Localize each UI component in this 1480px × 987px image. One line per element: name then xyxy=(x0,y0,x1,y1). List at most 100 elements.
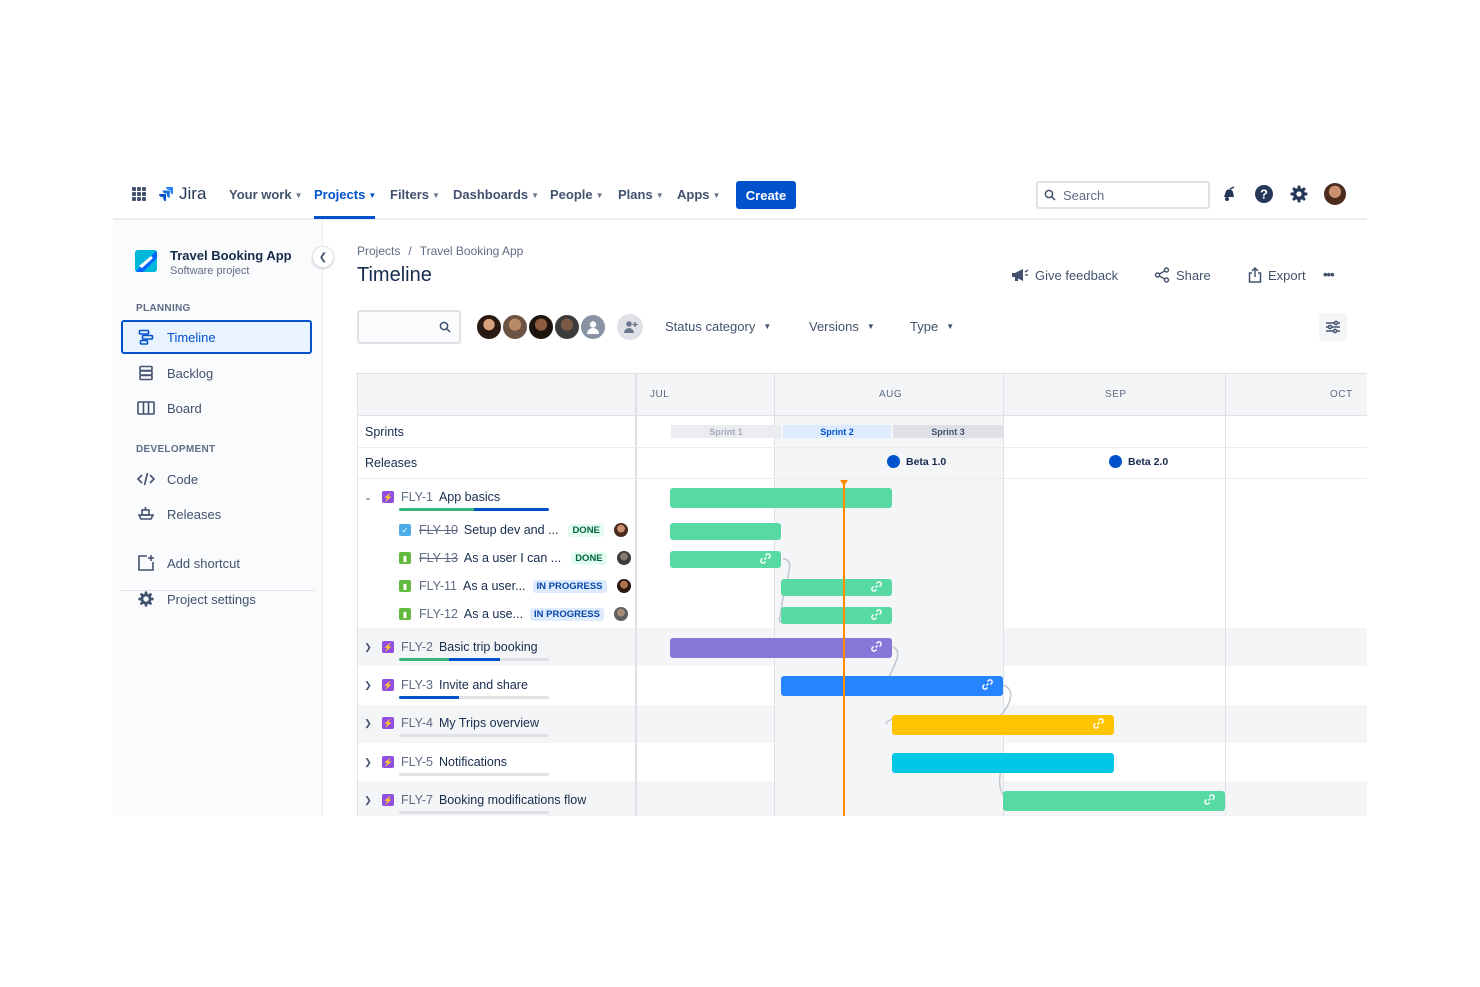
nav-your-work-label: Your work xyxy=(229,187,292,202)
epic-bar-fly-1[interactable] xyxy=(670,488,892,508)
notifications-icon[interactable] xyxy=(1218,183,1240,205)
create-button[interactable]: Create xyxy=(736,181,796,209)
chevron-down-icon: ▼ xyxy=(432,191,440,200)
person-icon xyxy=(587,321,599,334)
nav-people[interactable]: People ▼ xyxy=(550,187,604,202)
avatar[interactable] xyxy=(553,313,581,341)
sidebar-item-releases[interactable]: Releases xyxy=(121,497,312,531)
issue-bar-fly-10[interactable] xyxy=(670,523,781,540)
view-settings-button[interactable] xyxy=(1319,313,1347,341)
releases-icon xyxy=(137,505,155,523)
search-input[interactable]: Search xyxy=(1036,181,1210,209)
avatar[interactable] xyxy=(475,313,503,341)
export-button[interactable]: Export xyxy=(1248,267,1306,283)
breadcrumb-projects[interactable]: Projects xyxy=(357,244,400,258)
share-label: Share xyxy=(1176,267,1211,283)
breadcrumb: Projects / Travel Booking App xyxy=(357,244,523,258)
avatar[interactable] xyxy=(527,313,555,341)
search-placeholder: Search xyxy=(1063,187,1105,203)
chevron-left-icon: ❮ xyxy=(318,251,328,263)
add-person-icon xyxy=(624,321,638,333)
chevron-down-icon: ▼ xyxy=(946,322,955,331)
epic-bar-fly-3[interactable] xyxy=(781,676,1003,696)
sidebar-item-timeline[interactable]: Timeline xyxy=(121,320,312,354)
nav-filters[interactable]: Filters ▼ xyxy=(390,187,440,202)
issue-bar-fly-13[interactable] xyxy=(670,551,781,568)
link-icon xyxy=(1204,792,1215,810)
project-settings-button[interactable]: Project settings xyxy=(121,582,312,616)
sidebar-item-label: Board xyxy=(167,400,202,416)
chevron-down-icon: ▼ xyxy=(595,191,604,200)
issue-bar-fly-11[interactable] xyxy=(781,579,892,596)
timeline-grid: JUL AUG SEP OCT Sprints Sprint 1 Sprint … xyxy=(357,373,1367,816)
collapse-sidebar-button[interactable]: ❮ xyxy=(312,246,334,268)
avatar[interactable] xyxy=(501,313,529,341)
sidebar-item-board[interactable]: Board xyxy=(121,391,312,425)
project-type: Software project xyxy=(170,265,250,277)
nav-your-work[interactable]: Your work ▼ xyxy=(229,187,303,202)
jira-app: Jira Your work ▼ Projects ▼ Filters ▼ Dashb… xyxy=(113,168,1367,816)
search-icon xyxy=(439,321,451,333)
jira-logo[interactable]: Jira xyxy=(158,184,206,204)
link-icon xyxy=(871,579,882,597)
epic-bar-fly-4[interactable] xyxy=(892,715,1114,735)
link-icon xyxy=(1093,716,1104,734)
link-icon xyxy=(871,607,882,625)
app-switcher-icon[interactable] xyxy=(132,187,146,201)
nav-filters-label: Filters xyxy=(390,187,430,202)
link-icon xyxy=(760,551,771,569)
export-icon xyxy=(1248,267,1262,283)
sidebar-item-label: Releases xyxy=(167,506,222,522)
timeline-search-input[interactable] xyxy=(357,310,461,344)
timeline-icon xyxy=(137,328,155,346)
issue-bar-fly-12[interactable] xyxy=(781,607,892,624)
sidebar-item-code[interactable]: Code xyxy=(121,462,312,496)
nav-dashboards-label: Dashboards xyxy=(453,187,529,202)
project-settings-label: Project settings xyxy=(167,591,256,607)
share-icon xyxy=(1154,267,1170,283)
jira-logo-text: Jira xyxy=(179,184,207,203)
board-icon xyxy=(137,399,155,417)
help-icon[interactable]: ? xyxy=(1253,183,1275,205)
code-icon xyxy=(137,470,155,488)
add-people-button[interactable] xyxy=(617,314,643,340)
chevron-down-icon: ▼ xyxy=(763,322,772,331)
svg-text:?: ? xyxy=(1260,187,1268,202)
sidebar-item-backlog[interactable]: Backlog xyxy=(121,356,312,390)
profile-avatar[interactable] xyxy=(1324,183,1346,205)
avatar[interactable] xyxy=(579,313,607,341)
more-actions-button[interactable]: ••• xyxy=(1323,267,1335,282)
link-icon xyxy=(982,677,993,695)
chevron-down-icon: ▼ xyxy=(368,191,377,200)
project-name[interactable]: Travel Booking App xyxy=(170,248,292,263)
share-button[interactable]: Share xyxy=(1154,267,1211,283)
nav-people-label: People xyxy=(550,187,593,202)
chevron-down-icon: ▼ xyxy=(655,191,664,200)
settings-gear-icon[interactable] xyxy=(1288,183,1310,205)
planning-section-label: PLANNING xyxy=(136,303,191,314)
sliders-icon xyxy=(1326,320,1340,334)
nav-plans[interactable]: Plans ▼ xyxy=(618,187,664,202)
type-filter[interactable]: Type ▼ xyxy=(910,319,954,334)
today-marker xyxy=(843,484,845,816)
versions-label: Versions xyxy=(809,319,859,334)
nav-apps[interactable]: Apps ▼ xyxy=(677,187,720,202)
status-category-label: Status category xyxy=(665,319,756,334)
chevron-down-icon: ▼ xyxy=(294,191,303,200)
nav-apps-label: Apps xyxy=(677,187,710,202)
link-icon xyxy=(871,639,882,657)
give-feedback-button[interactable]: Give feedback xyxy=(1011,267,1118,283)
epic-bar-fly-5[interactable] xyxy=(892,753,1114,773)
breadcrumb-project[interactable]: Travel Booking App xyxy=(420,244,524,258)
nav-projects[interactable]: Projects ▼ xyxy=(314,187,376,202)
add-shortcut-button[interactable]: Add shortcut xyxy=(121,546,312,580)
sidebar-item-label: Backlog xyxy=(167,365,214,381)
versions-filter[interactable]: Versions ▼ xyxy=(809,319,875,334)
type-label: Type xyxy=(910,319,939,334)
sidebar: Travel Booking App Software project ❮ PL… xyxy=(113,220,334,816)
epic-bar-fly-2[interactable] xyxy=(670,638,892,658)
give-feedback-label: Give feedback xyxy=(1035,267,1119,283)
nav-dashboards[interactable]: Dashboards ▼ xyxy=(453,187,539,202)
epic-bar-fly-7[interactable] xyxy=(1003,791,1225,811)
status-category-filter[interactable]: Status category ▼ xyxy=(665,319,771,334)
